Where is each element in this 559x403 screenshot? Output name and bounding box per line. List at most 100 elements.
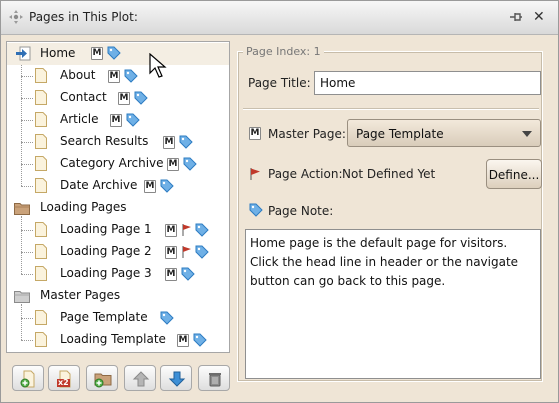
- page-title-input[interactable]: Home: [314, 71, 541, 95]
- home-arrow-icon: [16, 46, 31, 61]
- duplicate-badge: x2: [58, 378, 69, 387]
- master-page-select[interactable]: Page Template: [347, 119, 541, 147]
- chevron-down-icon: [522, 131, 532, 137]
- tree-node-label: Master Pages: [40, 288, 121, 302]
- add-page-icon: [20, 370, 35, 388]
- tree-node-label: Date Archive: [60, 178, 138, 192]
- tree-node-label: Loading Template: [60, 332, 166, 346]
- window-title: Pages in This Plot:: [29, 10, 138, 24]
- tree-guide: [21, 274, 33, 275]
- duplicate-page-button[interactable]: x2: [48, 365, 80, 391]
- page-icon: [35, 134, 47, 149]
- page-tree[interactable]: Home M About M Contact M Article M Searc…: [6, 41, 230, 353]
- page-icon: [35, 222, 47, 237]
- master-badge-icon: M: [177, 334, 189, 347]
- note-tag-icon: [160, 311, 174, 325]
- note-tag-icon: [107, 46, 121, 60]
- master-badge-icon: M: [165, 268, 177, 281]
- tree-node-label: Loading Pages: [40, 200, 127, 214]
- note-tag-icon: [183, 157, 197, 171]
- tree-node-category-archive[interactable]: Category Archive M: [7, 153, 229, 175]
- note-tag-icon: [160, 179, 174, 193]
- page-icon: [35, 112, 47, 127]
- tree-node-label: Page Template: [60, 310, 148, 324]
- master-page-select-value: Page Template: [356, 127, 444, 141]
- define-button-label: Define...: [488, 168, 540, 182]
- page-title-label: Page Title:: [248, 76, 311, 90]
- tree-node-label: Home: [40, 46, 76, 60]
- note-tag-icon: [193, 333, 207, 347]
- add-folder-icon: [94, 373, 112, 388]
- trash-icon: [209, 373, 221, 387]
- pages-window: Pages in This Plot: ✕ Home M About M Con…: [0, 0, 559, 403]
- tree-guide: [21, 318, 33, 319]
- page-note-textarea[interactable]: Home page is the default page for visito…: [245, 229, 541, 379]
- tree-node-loading-pages[interactable]: Loading Pages: [7, 197, 229, 219]
- arrow-up-icon: [132, 371, 150, 387]
- action-flag-icon: [182, 224, 191, 236]
- page-properties-panel: Page Index: 1 Page Title: Home M Master …: [237, 45, 543, 382]
- tree-node-master-pages[interactable]: Master Pages: [7, 285, 229, 307]
- tree-node-label: Contact: [60, 90, 107, 104]
- tree-guide: [21, 76, 33, 77]
- close-icon[interactable]: ✕: [533, 10, 547, 24]
- page-icon: [35, 156, 47, 171]
- page-icon: [35, 332, 47, 347]
- move-up-button[interactable]: [124, 365, 156, 391]
- tree-node-contact[interactable]: Contact M: [7, 87, 229, 109]
- tree-node-about[interactable]: About M: [7, 65, 229, 87]
- tree-node-label: Article: [60, 112, 99, 126]
- tree-node-page-template[interactable]: Page Template: [7, 307, 229, 329]
- tree-node-label: About: [60, 68, 96, 82]
- delete-page-button[interactable]: [198, 365, 230, 391]
- add-page-button[interactable]: [12, 365, 44, 391]
- master-badge-icon: M: [108, 70, 120, 83]
- tree-guide: [21, 230, 33, 231]
- tree-node-loading-page-3[interactable]: Loading Page 3 M: [7, 263, 229, 285]
- add-folder-button[interactable]: [86, 365, 118, 391]
- master-page-label: Master Page:: [268, 127, 346, 141]
- master-badge-icon: M: [110, 114, 122, 127]
- master-badge-icon: M: [165, 224, 177, 237]
- tree-node-label: Loading Page 1: [60, 222, 152, 236]
- tree-guide: [21, 340, 33, 341]
- tree-node-article[interactable]: Article M: [7, 109, 229, 131]
- pin-icon[interactable]: [509, 11, 523, 23]
- note-tag-icon: [195, 245, 209, 259]
- tree-node-date-archive[interactable]: Date Archive M: [7, 175, 229, 197]
- tree-guide: [21, 142, 33, 143]
- folder-icon: [14, 203, 30, 215]
- page-icon: [35, 244, 47, 259]
- master-badge-icon: M: [163, 136, 175, 149]
- action-flag-icon: [182, 246, 191, 258]
- mouse-cursor-icon: [149, 53, 167, 78]
- tree-node-home[interactable]: Home M: [7, 43, 229, 65]
- tree-node-loading-page-1[interactable]: Loading Page 1 M: [7, 219, 229, 241]
- tree-node-search-results[interactable]: Search Results M: [7, 131, 229, 153]
- tree-guide: [21, 164, 33, 165]
- note-tag-icon: [249, 203, 263, 217]
- action-flag-icon: [250, 168, 260, 180]
- move-icon[interactable]: [9, 10, 23, 24]
- tree-node-loading-page-2[interactable]: Loading Page 2 M: [7, 241, 229, 263]
- page-icon: [35, 90, 47, 105]
- master-badge-icon: M: [165, 246, 177, 259]
- tree-node-label: Category Archive: [60, 156, 164, 170]
- note-tag-icon: [134, 91, 148, 105]
- master-badge-icon: M: [91, 47, 103, 60]
- tree-guide: [21, 120, 33, 121]
- tree-guide: [21, 252, 33, 253]
- title-bar: Pages in This Plot: ✕: [1, 1, 558, 35]
- note-tag-icon: [195, 223, 209, 237]
- tree-node-label: Loading Page 3: [60, 266, 152, 280]
- page-note-label: Page Note:: [268, 204, 334, 218]
- note-tag-icon: [181, 267, 195, 281]
- page-icon: [35, 68, 47, 83]
- page-action-value: Not Defined Yet: [342, 167, 436, 181]
- tree-node-loading-template[interactable]: Loading Template M: [7, 329, 229, 351]
- arrow-down-icon: [168, 371, 186, 387]
- move-down-button[interactable]: [160, 365, 192, 391]
- define-action-button[interactable]: Define...: [486, 159, 542, 189]
- tree-node-label: Search Results: [60, 134, 149, 148]
- panel-divider: [243, 108, 539, 110]
